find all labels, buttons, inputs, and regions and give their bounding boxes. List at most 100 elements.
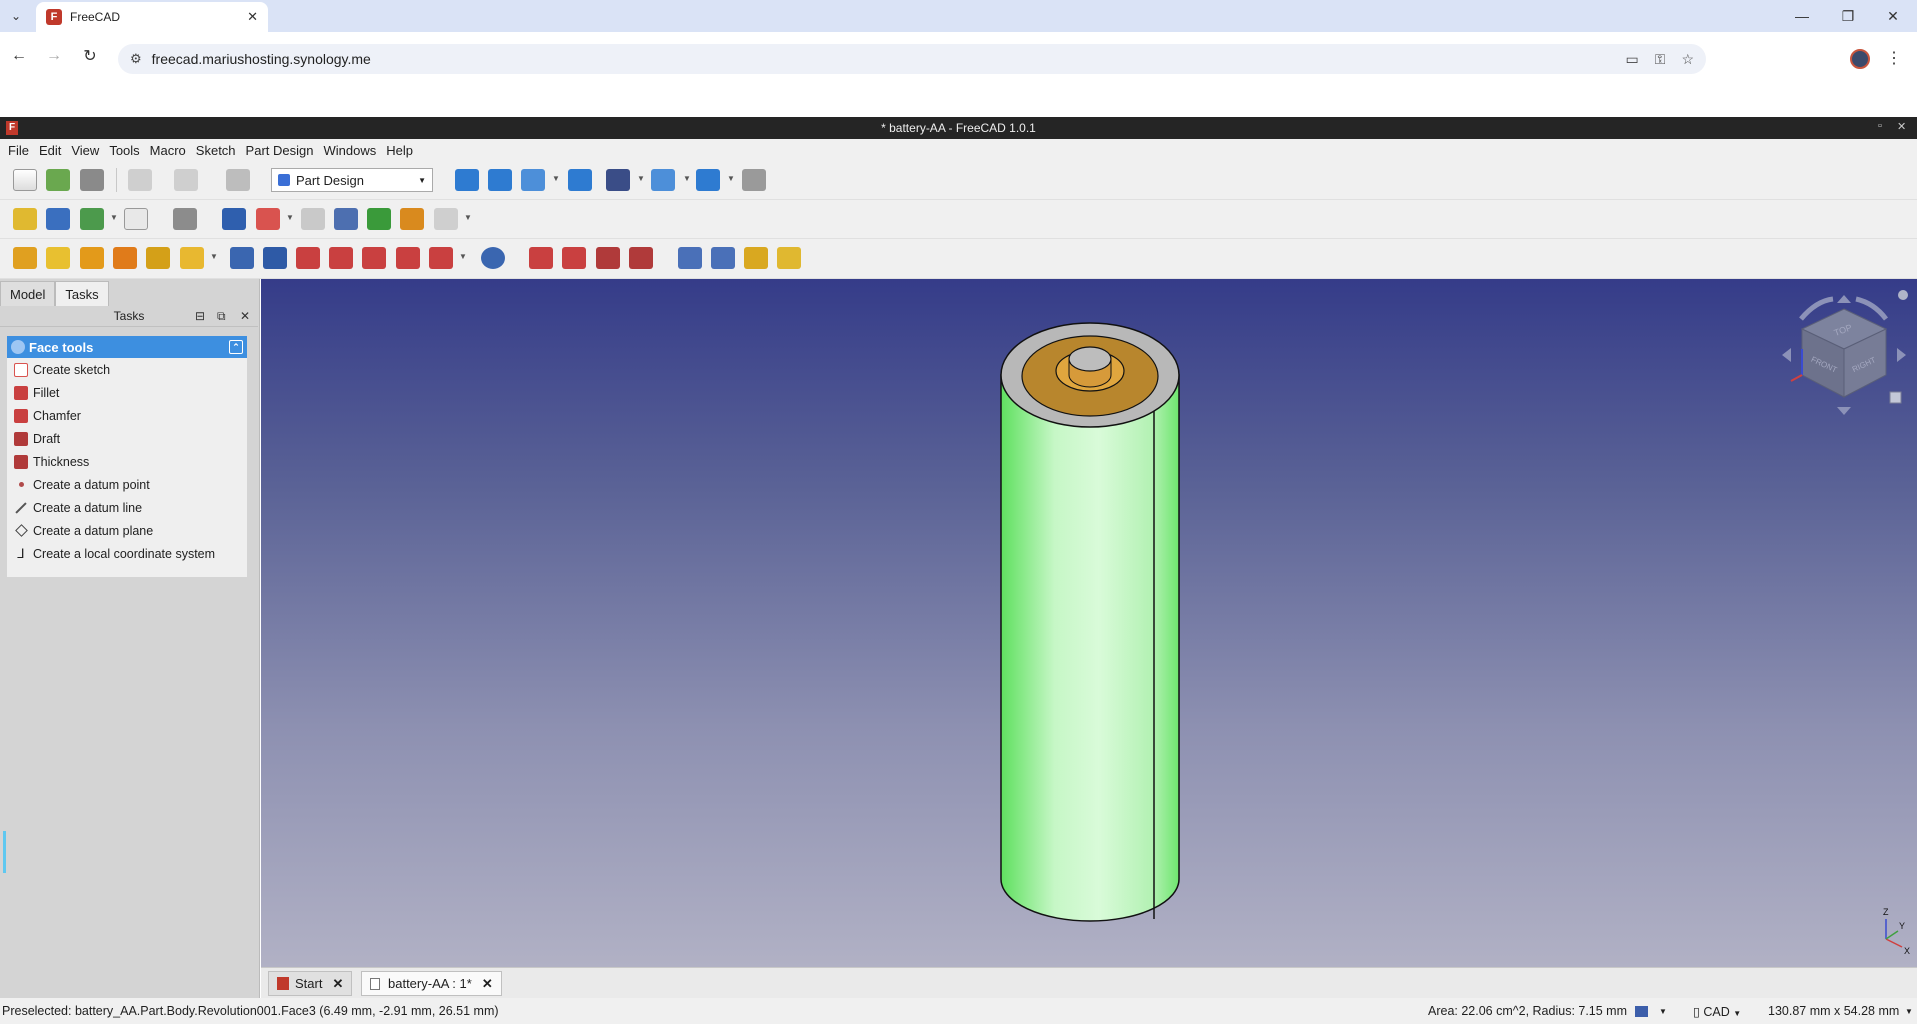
minimize-icon[interactable]: — <box>1782 4 1822 28</box>
menu-sketch[interactable]: Sketch <box>191 143 241 158</box>
subtractive-helix-icon[interactable] <box>396 247 420 269</box>
save-document-icon[interactable] <box>80 169 104 191</box>
battery-body[interactable] <box>1000 374 1180 922</box>
subtractive-loft-icon[interactable] <box>329 247 353 269</box>
redo-icon[interactable] <box>174 169 198 191</box>
subtractive-pipe-icon[interactable] <box>362 247 386 269</box>
isometric-view-icon[interactable] <box>521 169 545 191</box>
chevron-down-icon[interactable]: ▼ <box>210 252 218 261</box>
groove-icon[interactable] <box>296 247 320 269</box>
menu-view[interactable]: View <box>66 143 104 158</box>
measure-icon[interactable] <box>568 169 592 191</box>
back-icon[interactable]: ← <box>6 43 32 69</box>
draw-style-icon[interactable] <box>606 169 630 191</box>
profile-avatar[interactable] <box>1850 49 1870 69</box>
chevron-down-icon[interactable]: ▼ <box>727 174 735 183</box>
reload-icon[interactable]: ↻ <box>77 43 103 69</box>
workbench-selector[interactable]: Part Design ▼ <box>271 168 433 192</box>
close-panel-icon[interactable]: ✕ <box>240 309 250 323</box>
task-fillet[interactable]: Fillet <box>7 381 247 404</box>
task-local-coordinate-system[interactable]: ⅃ Create a local coordinate system <box>7 542 247 565</box>
task-draft[interactable]: Draft <box>7 427 247 450</box>
chevron-down-icon[interactable]: ▼ <box>1659 1007 1667 1016</box>
create-body-icon[interactable] <box>222 208 246 230</box>
menu-help[interactable]: Help <box>381 143 418 158</box>
chevron-down-icon[interactable]: ▼ <box>459 252 467 261</box>
address-bar[interactable]: ⚙ freecad.mariushosting.synology.me ▭ ⚿ … <box>118 44 1706 74</box>
chevron-down-icon[interactable]: ▼ <box>110 213 118 222</box>
create-sketch-icon[interactable] <box>256 208 280 230</box>
shape-binder-icon[interactable] <box>334 208 358 230</box>
chevron-down-icon[interactable]: ▼ <box>464 213 472 222</box>
browser-tab[interactable]: F FreeCAD ✕ <box>36 2 268 32</box>
close-tab-icon[interactable]: ✕ <box>482 976 493 992</box>
menu-macro[interactable]: Macro <box>145 143 191 158</box>
thickness-icon[interactable] <box>629 247 653 269</box>
additive-helix-icon[interactable] <box>146 247 170 269</box>
new-document-icon[interactable] <box>13 169 37 191</box>
task-datum-point[interactable]: Create a datum point <box>7 473 247 496</box>
restore-icon[interactable]: ❐ <box>1828 4 1868 28</box>
link-icon[interactable] <box>80 208 104 230</box>
chevron-down-icon[interactable]: ▼ <box>552 174 560 183</box>
open-document-icon[interactable] <box>46 169 70 191</box>
collapse-icon[interactable]: ⌃ <box>229 340 243 354</box>
menu-windows[interactable]: Windows <box>318 143 381 158</box>
pad-icon[interactable] <box>13 247 37 269</box>
validate-sketch-icon[interactable] <box>301 208 325 230</box>
dock-toggle-icon[interactable]: ⊟ <box>195 309 205 323</box>
chevron-down-icon[interactable]: ▼ <box>1905 1007 1913 1016</box>
zoom-icon[interactable] <box>696 169 720 191</box>
tab-model[interactable]: Model <box>0 281 56 306</box>
task-chamfer[interactable]: Chamfer <box>7 404 247 427</box>
color-swatch-icon[interactable] <box>1635 1006 1648 1017</box>
tab-tasks[interactable]: Tasks <box>55 281 109 306</box>
hole-icon[interactable] <box>263 247 287 269</box>
menu-tools[interactable]: Tools <box>104 143 144 158</box>
polar-pattern-icon[interactable] <box>744 247 768 269</box>
clipboard-icon[interactable]: ▭ <box>1626 51 1639 68</box>
subtractive-primitive-icon[interactable] <box>429 247 453 269</box>
close-app-icon[interactable]: ✕ <box>1897 120 1906 133</box>
float-panel-icon[interactable]: ⧉ <box>217 309 226 324</box>
datum-plane-icon[interactable] <box>434 208 458 230</box>
browser-menu-icon[interactable]: ⋮ <box>1886 48 1902 68</box>
fit-all-icon[interactable] <box>455 169 479 191</box>
linear-pattern-icon[interactable] <box>711 247 735 269</box>
pocket-icon[interactable] <box>230 247 254 269</box>
fillet-icon[interactable] <box>529 247 553 269</box>
chevron-down-icon[interactable]: ▼ <box>637 174 645 183</box>
refresh-icon[interactable] <box>226 169 250 191</box>
task-thickness[interactable]: Thickness <box>7 450 247 473</box>
tab-battery-aa[interactable]: battery-AA : 1* ✕ <box>361 971 502 996</box>
subshape-binder-icon[interactable] <box>367 208 391 230</box>
close-tab-icon[interactable]: ✕ <box>332 976 343 992</box>
mirrored-icon[interactable] <box>678 247 702 269</box>
forward-icon[interactable]: → <box>41 43 67 69</box>
multi-transform-icon[interactable] <box>777 247 801 269</box>
site-info-icon[interactable]: ⚙ <box>130 51 142 67</box>
battery-model[interactable] <box>1000 322 1180 922</box>
task-datum-line[interactable]: Create a datum line <box>7 496 247 519</box>
additive-loft-icon[interactable] <box>80 247 104 269</box>
additive-primitive-icon[interactable] <box>180 247 204 269</box>
menu-file[interactable]: File <box>3 143 34 158</box>
menu-part-design[interactable]: Part Design <box>241 143 319 158</box>
create-part-icon[interactable] <box>13 208 37 230</box>
navigation-style[interactable]: ▯ CAD ▼ <box>1693 1004 1741 1019</box>
chamfer-icon[interactable] <box>562 247 586 269</box>
tab-search-icon[interactable]: ⌄ <box>6 6 26 26</box>
chevron-down-icon[interactable]: ▼ <box>286 213 294 222</box>
boolean-icon[interactable] <box>481 247 505 269</box>
measure-distance-icon[interactable] <box>742 169 766 191</box>
clone-icon[interactable] <box>400 208 424 230</box>
splitter-handle[interactable] <box>3 831 6 873</box>
maximize-icon[interactable]: ▫ <box>1878 120 1882 132</box>
undo-icon[interactable] <box>128 169 152 191</box>
tab-start[interactable]: Start ✕ <box>268 971 353 996</box>
chevron-down-icon[interactable]: ▼ <box>683 174 691 183</box>
3d-viewport[interactable]: TOP FRONT RIGHT Z Y X <box>261 279 1917 967</box>
task-datum-plane[interactable]: Create a datum plane <box>7 519 247 542</box>
revolution-icon[interactable] <box>46 247 70 269</box>
standard-views-icon[interactable] <box>651 169 675 191</box>
